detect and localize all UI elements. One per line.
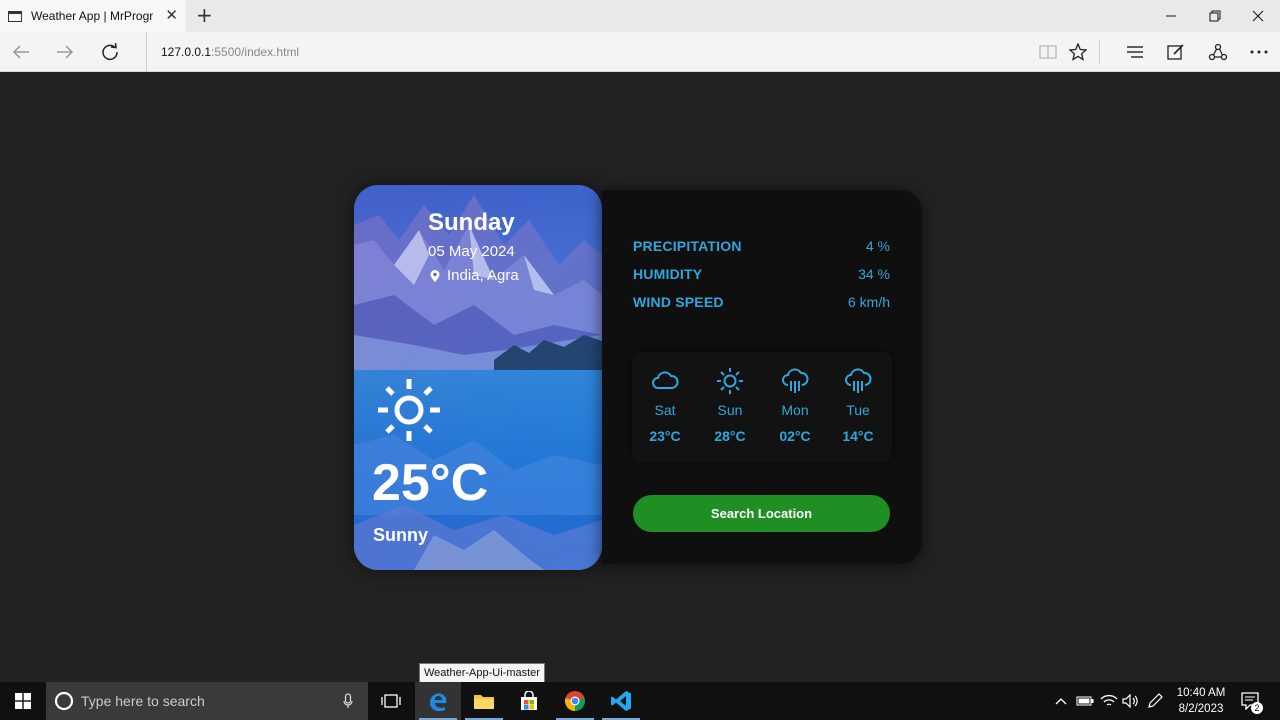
wifi-icon[interactable] [1098,682,1120,720]
location-text: India, Agra [447,267,519,284]
cloud-icon [652,371,679,389]
stat-label: WIND SPEED [633,294,724,310]
clock-time: 10:40 AM [1176,687,1226,699]
cloud-rain-icon [845,368,872,393]
cloud-rain-icon [782,368,809,393]
page-viewport: Sunday 05 May 2024 India, Agra 25°C Sunn… [0,72,1280,682]
more-icon[interactable] [1244,38,1274,66]
stat-value: 4 % [865,238,890,254]
minimize-icon[interactable] [1150,0,1192,32]
new-tab-icon[interactable]: + [196,5,213,25]
pen-workspace-icon[interactable] [1144,682,1166,720]
hub-icon[interactable] [1120,38,1150,66]
taskbar-tooltip: Weather-App-Ui-master [419,663,545,683]
favorite-star-icon[interactable] [1063,38,1093,66]
address-bar: 127.0.0.1:5500/index.html [0,32,1280,72]
forecast-temp: 14°C [842,428,874,444]
share-icon[interactable] [1203,38,1233,66]
file-explorer-icon[interactable] [461,682,507,720]
search-placeholder: Type here to search [81,693,205,709]
browser-tab-bar: Weather App | MrProgr ✕ + [0,0,1280,32]
forecast-item[interactable]: Sun 28°C [700,366,760,444]
task-view-icon[interactable] [368,682,414,720]
forecast-item[interactable]: Sat 23°C [635,366,695,444]
toolbar-divider [1099,40,1100,64]
cortana-icon [54,691,74,711]
search-location-button[interactable]: Search Location [633,495,890,532]
system-clock[interactable]: 10:40 AM 8/2/2023 [1168,685,1234,717]
forecast-day: Sun [717,402,743,418]
forecast-day: Sat [654,402,676,418]
stat-value: 6 km/h [847,294,890,310]
temperature: 25°C [372,454,489,512]
forecast-list: Sat 23°C Sun 28°C Mon 02°C Tue 14°C [632,352,892,462]
stat-humidity: HUMIDITY 34 % [633,266,890,286]
forecast-temp: 23°C [649,428,681,444]
restore-icon[interactable] [1194,0,1236,32]
edge-browser-icon[interactable] [415,682,461,720]
stat-wind-speed: WIND SPEED 6 km/h [633,294,890,314]
reading-view-icon[interactable] [1033,38,1063,66]
page-icon [8,10,22,22]
notification-icon[interactable]: 2 [1238,682,1264,720]
refresh-icon[interactable] [95,38,125,66]
windows-start-icon[interactable] [0,682,46,720]
close-tab-icon[interactable]: ✕ [165,7,178,23]
date-text: 05 May 2024 [428,243,515,260]
weather-card: Sunday 05 May 2024 India, Agra 25°C Sunn… [354,185,602,570]
forecast-temp: 28°C [714,428,746,444]
forecast-day: Mon [781,402,809,418]
stat-value: 34 % [858,266,890,282]
microphone-icon[interactable] [343,693,353,709]
stat-precipitation: PRECIPITATION 4 % [633,238,890,258]
sun-icon [717,368,743,394]
vscode-icon[interactable] [598,682,644,720]
notification-badge: 2 [1251,702,1263,714]
weather-condition: Sunny [373,525,429,545]
back-icon[interactable] [6,38,36,66]
forward-icon[interactable] [50,38,80,66]
stat-label: HUMIDITY [633,266,703,282]
location: India, Agra [428,267,519,284]
web-note-icon[interactable] [1161,38,1191,66]
chrome-icon[interactable] [552,682,598,720]
sun-icon [378,379,440,441]
day-name: Sunday [428,209,515,236]
url-field[interactable]: 127.0.0.1:5500/index.html [146,32,299,72]
tab-title: Weather App | MrProgr [31,9,154,23]
chevron-up-icon[interactable] [1052,682,1070,720]
info-panel: PRECIPITATION 4 % HUMIDITY 34 % WIND SPE… [602,190,922,564]
url-path: :5500/index.html [211,45,300,59]
stat-label: PRECIPITATION [633,238,742,254]
browser-tab[interactable]: Weather App | MrProgr ✕ [0,0,186,32]
forecast-temp: 02°C [779,428,811,444]
forecast-item[interactable]: Mon 02°C [765,366,825,444]
battery-icon[interactable] [1074,682,1096,720]
clock-date: 8/2/2023 [1178,703,1224,715]
taskbar-search-input[interactable]: Type here to search [46,682,368,720]
url-host: 127.0.0.1 [161,45,212,59]
forecast-day: Tue [846,402,870,418]
store-icon[interactable] [506,682,552,720]
forecast-item[interactable]: Tue 14°C [828,366,888,444]
taskbar: Type here to search 10:40 AM 8/2/2023 2 [0,682,1280,720]
close-window-icon[interactable] [1237,0,1279,32]
volume-icon[interactable] [1120,682,1142,720]
location-pin-icon [430,269,440,282]
